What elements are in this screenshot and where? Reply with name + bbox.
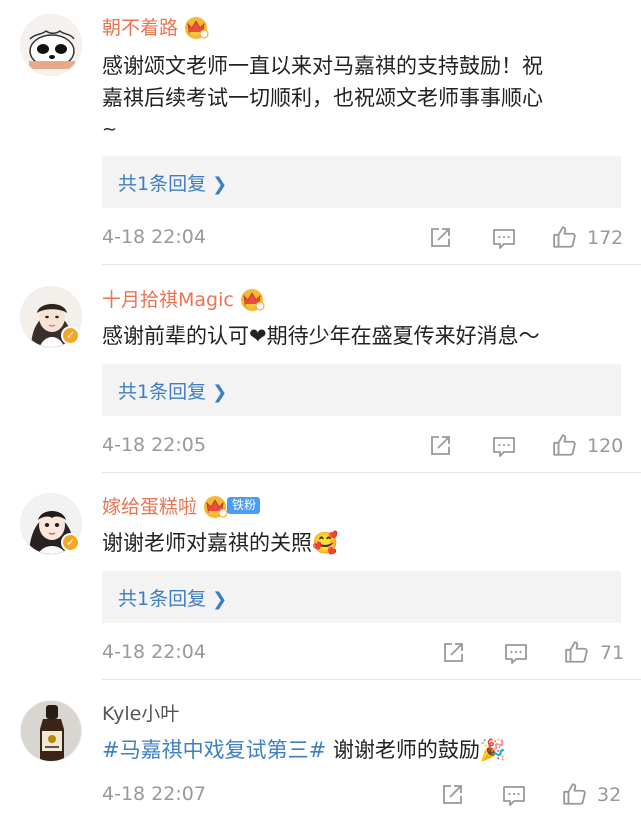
comment-item: ✓ 十月拾祺Magic 感谢前辈的认可❤期待少年在盛夏传来好消息～ 共1条回复 ❯…: [0, 286, 641, 472]
reply-summary[interactable]: 共1条回复 ❯: [102, 364, 621, 416]
username[interactable]: 十月拾祺Magic: [102, 286, 266, 314]
divider: [102, 264, 641, 265]
comment-text: 谢谢老师对嘉祺的关照🥰: [102, 531, 339, 555]
reply-summary[interactable]: 共1条回复 ❯: [102, 156, 621, 208]
thumbs-up-icon[interactable]: [562, 781, 588, 807]
fan-badge: 铁粉: [227, 497, 261, 514]
timestamp: 4-18 22:04: [102, 641, 206, 663]
verified-badge-icon: ✓: [61, 326, 80, 345]
comment-icon[interactable]: [503, 642, 529, 666]
comment-icon[interactable]: [491, 227, 517, 251]
comment-item: ✓ 嫁给蛋糕啦 铁粉 谢谢老师对嘉祺的关照🥰 共1条回复 ❯ 4-18 22:04 …: [0, 493, 641, 679]
chevron-right-icon: ❯: [212, 589, 228, 610]
like-count: 71: [600, 642, 625, 664]
chevron-right-icon: ❯: [212, 382, 228, 403]
comment-text: #马嘉祺中戏复试第三# 谢谢老师的鼓励🎉: [102, 734, 506, 766]
timestamp: 4-18 22:07: [102, 783, 206, 805]
reply-count-label: 共1条回复: [118, 173, 207, 195]
thumbs-up-icon[interactable]: [552, 432, 578, 458]
username[interactable]: 嫁给蛋糕啦 铁粉: [102, 493, 261, 521]
crown-icon: [201, 493, 229, 519]
hashtag-link[interactable]: #马嘉祺中戏复试第三#: [102, 738, 326, 762]
share-icon[interactable]: [428, 434, 452, 458]
timestamp: 4-18 22:05: [102, 434, 206, 456]
comment-icon[interactable]: [501, 784, 527, 808]
comment-icon[interactable]: [491, 435, 517, 459]
like-count: 172: [587, 227, 624, 249]
thumbs-up-icon[interactable]: [552, 224, 578, 250]
like-count: 32: [597, 784, 622, 806]
share-icon[interactable]: [440, 783, 464, 807]
comment-item: Kyle小叶 #马嘉祺中戏复试第三# 谢谢老师的鼓励🎉 4-18 22:07 3…: [0, 700, 641, 826]
username[interactable]: 朝不着路: [102, 14, 210, 42]
crown-icon: [182, 14, 210, 40]
comment-text: 感谢颂文老师一直以来对马嘉祺的支持鼓励！祝: [102, 54, 543, 78]
reply-count-label: 共1条回复: [118, 588, 207, 610]
comment-item: 朝不着路 感谢颂文老师一直以来对马嘉祺的支持鼓励！祝 嘉祺后续考试一切顺利，也祝…: [0, 14, 641, 264]
divider: [102, 679, 641, 680]
comment-text: ~: [102, 119, 118, 140]
like-count: 120: [587, 435, 624, 457]
reply-count-label: 共1条回复: [118, 381, 207, 403]
avatar[interactable]: [20, 700, 82, 762]
verified-badge-icon: ✓: [61, 533, 80, 552]
share-icon[interactable]: [428, 226, 452, 250]
chevron-right-icon: ❯: [212, 174, 228, 195]
divider: [102, 472, 641, 473]
timestamp: 4-18 22:04: [102, 226, 206, 248]
comment-text-tail: 谢谢老师的鼓励🎉: [326, 738, 507, 762]
crown-icon: [238, 286, 266, 312]
thumbs-up-icon[interactable]: [564, 639, 590, 665]
username[interactable]: Kyle小叶: [102, 700, 179, 728]
comment-text: 嘉祺后续考试一切顺利，也祝颂文老师事事顺心: [102, 86, 543, 110]
avatar[interactable]: [20, 14, 82, 76]
share-icon[interactable]: [441, 641, 465, 665]
reply-summary[interactable]: 共1条回复 ❯: [102, 571, 621, 623]
comment-text: 感谢前辈的认可❤期待少年在盛夏传来好消息～: [102, 324, 540, 348]
